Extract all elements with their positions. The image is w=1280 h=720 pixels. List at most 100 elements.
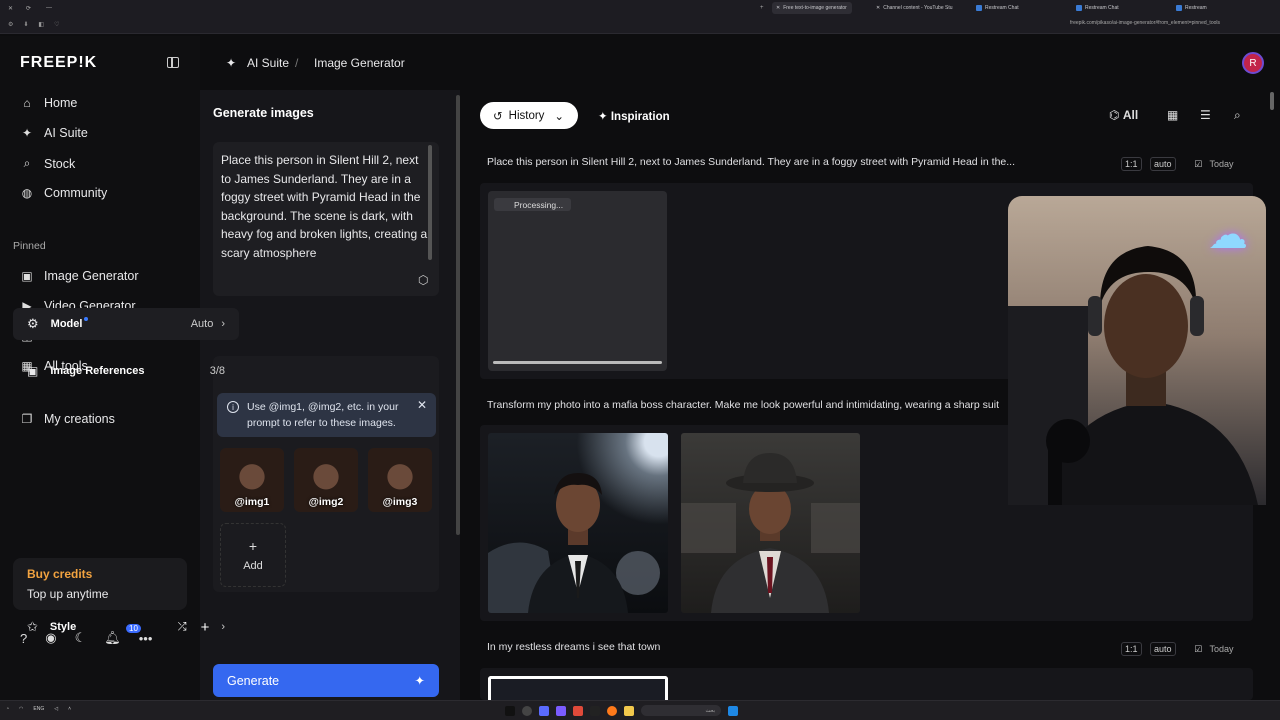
reference-thumbnail[interactable]: @img3 (368, 448, 432, 512)
reference-thumbnail[interactable]: @img1 (220, 448, 284, 512)
model-selector[interactable]: ⚙ Model Auto › (13, 308, 239, 340)
plus-icon[interactable]: + (201, 619, 210, 636)
collapse-sidebar-icon[interactable] (167, 57, 179, 68)
image-icon: ▣ (21, 269, 33, 283)
breadcrumb-separator: / (295, 56, 299, 70)
mode-pill: auto (1150, 157, 1176, 171)
reference-tag: @img3 (382, 496, 418, 508)
firefox-icon[interactable] (607, 705, 617, 716)
tab-freepik[interactable]: ✕ Free text-to-image generator (772, 2, 852, 14)
plus-icon: + (248, 538, 258, 554)
new-tab-icon[interactable]: + (760, 5, 764, 11)
panel-scrollbar[interactable] (456, 95, 460, 535)
tab-youtube[interactable]: ✕ Channel content - YouTube Stu (872, 2, 970, 14)
nav-community[interactable]: ◍ Community (20, 186, 107, 200)
url-bar[interactable]: freepik.com/pikaso/ai-image-generator#fr… (1070, 20, 1220, 26)
extensions-icon[interactable]: ◧ (38, 21, 44, 28)
user-avatar[interactable]: R (1242, 52, 1264, 74)
add-reference-button[interactable]: + Add (220, 523, 286, 587)
feed-item-prompt[interactable]: Place this person in Silent Hill 2, next… (487, 156, 1015, 168)
brave-icon[interactable] (573, 705, 583, 716)
check-icon[interactable]: ☑ (1194, 644, 1202, 654)
check-icon[interactable]: ☑ (1194, 159, 1202, 169)
chevron-down-icon: ⌄ (554, 110, 565, 123)
buy-credits-title: Buy credits (27, 567, 93, 581)
style-label: Style (49, 621, 77, 633)
status-text: Processing... (514, 199, 564, 210)
obs-icon[interactable] (522, 705, 532, 716)
chat-app-icon[interactable] (539, 705, 549, 716)
cube-icon[interactable]: ⬡ (418, 273, 428, 287)
generated-image[interactable] (681, 433, 860, 613)
top-bar: ✦ AI Suite / Image Generator (200, 36, 1280, 90)
nav-stock[interactable]: ⌕ Stock (20, 156, 76, 171)
windows-start-icon[interactable] (728, 705, 738, 716)
freepik-logo[interactable]: FREEP!K (20, 54, 97, 72)
nav-label: Home (44, 96, 78, 110)
nav-label: Image Generator (44, 269, 139, 283)
style-selector[interactable]: ✩ Style ⤮ + › (13, 611, 239, 643)
search-icon[interactable]: ⌕ (1234, 108, 1241, 123)
top-up-text: Top up anytime (27, 587, 109, 601)
prompt-scrollbar[interactable] (428, 145, 432, 260)
download-icon[interactable]: ⬇ (23, 21, 28, 28)
buy-credits-card[interactable]: Buy credits Top up anytime (13, 558, 187, 610)
chevron-right-icon[interactable]: › (221, 621, 225, 633)
close-icon[interactable]: ✕ (417, 398, 427, 412)
app-icon[interactable] (556, 705, 566, 716)
nav-label: My creations (44, 412, 115, 426)
add-label: Add (243, 560, 263, 572)
nav-image-generator[interactable]: ▣ Image Generator (20, 269, 139, 283)
sparkle-icon: ✦ (414, 674, 425, 688)
app-icon[interactable] (590, 705, 600, 716)
generated-image[interactable] (488, 433, 668, 613)
image-references-label: Image References (50, 365, 145, 377)
tab-restream-chat[interactable]: Restream Chat (972, 2, 1052, 14)
grid-view-icon[interactable]: ▦ (1167, 108, 1178, 122)
reference-tag: @img2 (308, 496, 344, 508)
folder-icon[interactable] (624, 705, 634, 716)
style-icon: ✩ (27, 619, 38, 634)
shuffle-icon[interactable]: ⤮ (178, 621, 187, 634)
generate-label: Generate (227, 673, 280, 688)
volume-icon[interactable]: ◁ (54, 706, 58, 712)
nav-my-creations[interactable]: ❐ My creations (20, 412, 115, 426)
tiktok-icon[interactable] (505, 705, 515, 716)
date-label: Today (1209, 644, 1234, 654)
language-indicator[interactable]: ENG (33, 706, 44, 712)
processing-placeholder (488, 191, 667, 371)
reference-thumbnail[interactable]: @img2 (294, 448, 358, 512)
inspiration-tab[interactable]: ✦ Inspiration (598, 109, 670, 123)
chevron-up-icon[interactable]: ˄ (68, 706, 71, 712)
restream-favicon-icon (1176, 5, 1182, 11)
bookmark-icon[interactable]: ♡ (54, 21, 59, 28)
nav-ai-suite[interactable]: ✦ AI Suite (20, 126, 88, 140)
window-close-icon[interactable]: ✕ (8, 5, 13, 12)
feed-scrollbar[interactable] (1270, 92, 1274, 110)
new-dot (84, 317, 89, 321)
generated-image[interactable] (488, 676, 668, 700)
history-dropdown[interactable]: ↺ History ⌄ (480, 102, 578, 129)
wifi-icon[interactable]: ◠ (19, 706, 23, 712)
tab-label: Restream (1185, 5, 1207, 11)
image-references-header[interactable]: ▣ Image References 3/8 (13, 355, 239, 387)
tab-restream[interactable]: Restream (1172, 2, 1242, 14)
filter-all[interactable]: ⌬ All (1109, 108, 1138, 122)
breadcrumb-ai-suite[interactable]: AI Suite (247, 56, 289, 70)
sliders-icon[interactable]: ☰ (1200, 108, 1211, 122)
window-minimize-icon[interactable]: — (46, 5, 52, 11)
window-refresh-icon[interactable]: ⟳ (26, 5, 31, 12)
prompt-input[interactable]: Place this person in Silent Hill 2, next… (213, 142, 439, 296)
clock-icon: ◔ (6, 706, 10, 712)
mode-pill: auto (1150, 642, 1176, 656)
history-label: History (508, 109, 545, 122)
generate-button[interactable]: Generate ✦ (213, 664, 439, 697)
references-info-banner: Use @img1, @img2, etc. in your prompt to… (217, 393, 436, 437)
pinned-heading: Pinned (13, 240, 46, 252)
settings-icon[interactable]: ⚙ (8, 21, 13, 28)
tab-restream-chat-2[interactable]: Restream Chat (1072, 2, 1152, 14)
nav-home[interactable]: ⌂ Home (20, 96, 77, 110)
feed-item-prompt[interactable]: In my restless dreams i see that town (487, 641, 660, 653)
taskbar-search[interactable]: بحث (641, 705, 721, 716)
feed-item-prompt[interactable]: Transform my photo into a mafia boss cha… (487, 399, 999, 411)
